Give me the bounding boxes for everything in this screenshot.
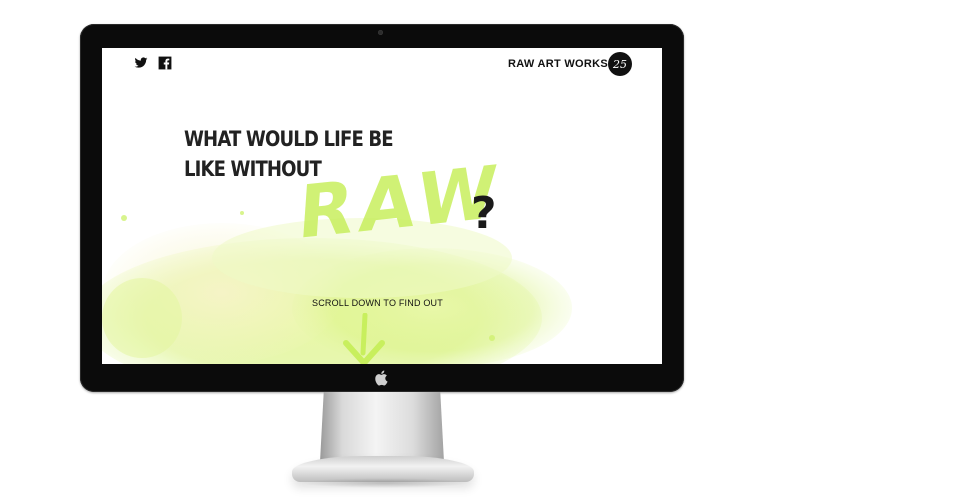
anniversary-badge: 25 — [608, 52, 632, 76]
scroll-down-prompt[interactable]: SCROLL DOWN TO FIND OUT — [312, 298, 443, 308]
twitter-icon[interactable] — [134, 56, 148, 70]
apple-logo-icon — [375, 370, 388, 386]
monitor-stand-neck — [320, 392, 444, 462]
screen: RAW ART WORKS 25 WHAT WOULD LIFE BE LIKE… — [102, 48, 662, 364]
camera-dot — [378, 30, 383, 35]
social-links — [134, 56, 172, 70]
down-arrow-icon[interactable] — [340, 313, 388, 364]
question-mark: ? — [471, 188, 497, 239]
headline-line-1: WHAT WOULD LIFE BE — [184, 127, 394, 151]
monitor: RAW ART WORKS 25 WHAT WOULD LIFE BE LIKE… — [80, 24, 684, 392]
facebook-icon[interactable] — [158, 56, 172, 70]
stand-shadow — [300, 478, 470, 488]
brand-name[interactable]: RAW ART WORKS — [508, 58, 608, 70]
